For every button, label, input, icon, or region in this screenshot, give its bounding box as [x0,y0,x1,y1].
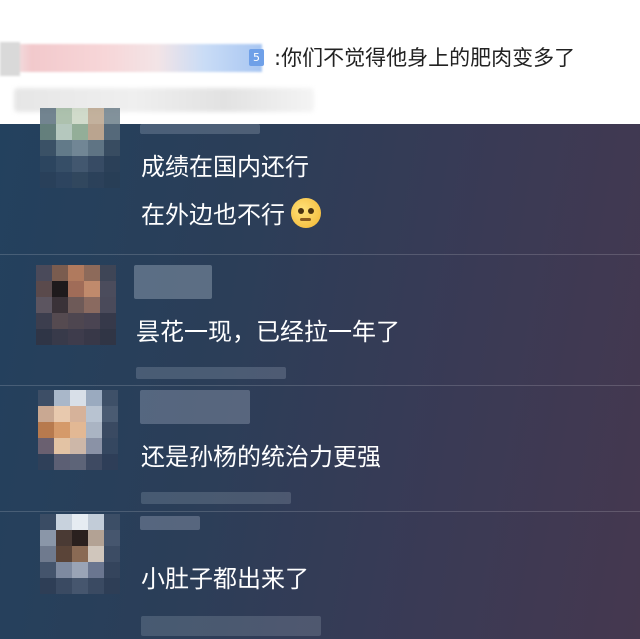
blurred-username [134,265,212,299]
avatar[interactable] [36,265,116,345]
reply-item[interactable]: 昙花一现，已经拉一年了 [0,255,640,385]
replies-panel: 成绩在国内还行 在外边也不行 昙花一现，已经拉一年了 还是孙杨的统治力更强 小肚… [0,108,640,639]
blurred-username [140,516,200,530]
avatar[interactable] [40,108,120,188]
top-comment-text: :你们不觉得他身上的肥肉变多了 [274,46,576,70]
reply-item[interactable]: 成绩在国内还行 在外边也不行 [0,108,640,254]
reply-text-line: 小肚子都出来了 [141,565,309,593]
reply-text-line: 在外边也不行 [141,198,321,231]
reply-text-line: 昙花一现，已经拉一年了 [136,318,400,346]
avatar[interactable] [40,514,120,594]
reply-text-line: 成绩在国内还行 [141,153,309,181]
top-comment-area: 5 :你们不觉得他身上的肥肉变多了 [0,0,640,124]
blurred-username [140,390,250,424]
blurred-reply-meta [136,367,286,379]
reply-item[interactable]: 小肚子都出来了 [0,512,640,639]
blurred-username [0,42,262,76]
thinking-face-icon [291,198,321,228]
blurred-username [140,124,260,134]
avatar[interactable] [38,390,118,470]
blurred-reply-meta [141,492,291,504]
blurred-reply-meta [141,616,321,636]
reply-item[interactable]: 还是孙杨的统治力更强 [0,386,640,511]
reply-text-line: 还是孙杨的统治力更强 [141,443,381,471]
user-level-badge: 5 [249,49,264,66]
